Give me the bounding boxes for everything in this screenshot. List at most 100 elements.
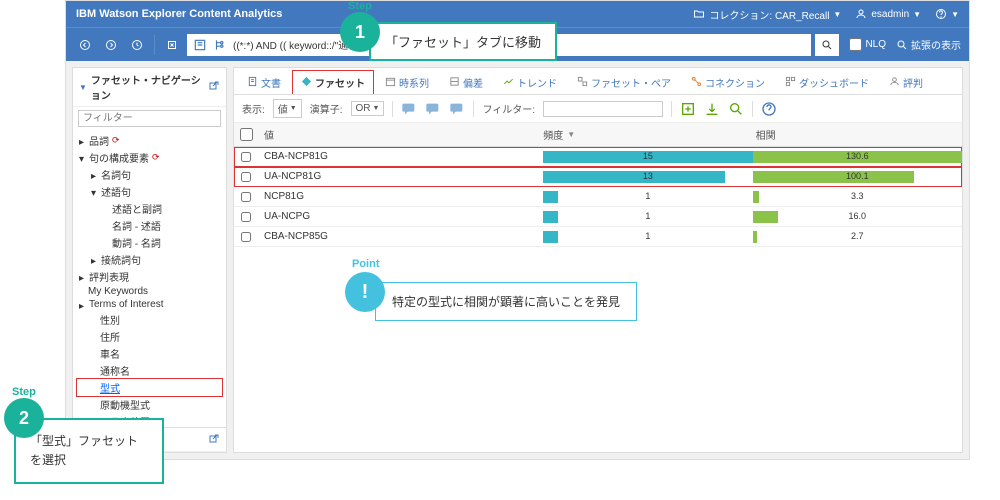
tree-item[interactable]: 原動機型式: [77, 396, 222, 413]
popout-icon[interactable]: [208, 81, 220, 93]
th-checkbox[interactable]: [234, 123, 258, 146]
refresh-icon[interactable]: ⟳: [112, 135, 120, 146]
chevron-down-icon: ▾: [91, 188, 98, 195]
nlq-toggle[interactable]: NLQ: [843, 38, 892, 51]
help-icon[interactable]: [761, 101, 777, 117]
tree-item[interactable]: 車名: [77, 345, 222, 362]
table-row[interactable]: UA-NCP81G13100.1: [234, 167, 962, 187]
tree-item[interactable]: ▸名詞句: [77, 166, 222, 183]
tree-item[interactable]: ▾述語句: [77, 183, 222, 200]
cell-freq: 1: [543, 210, 752, 224]
tree-item[interactable]: 性別: [77, 311, 222, 328]
collection-dropdown[interactable]: コレクション: CAR_Recall ▼: [693, 7, 841, 22]
popout-icon[interactable]: [208, 434, 220, 446]
bubble-and-icon[interactable]: [401, 101, 417, 117]
zoom-icon[interactable]: [728, 101, 744, 117]
tab-dash[interactable]: ダッシュボード: [776, 70, 878, 94]
table-row[interactable]: CBA-NCP85G12.7: [234, 227, 962, 247]
row-checkbox[interactable]: [234, 212, 258, 222]
sidebar-filter-input[interactable]: [78, 110, 221, 127]
th-corr[interactable]: 相関: [750, 123, 962, 146]
tree-item-label: 品詞: [89, 133, 109, 148]
operator-dropdown[interactable]: OR ▼: [351, 101, 385, 116]
tree-item[interactable]: My Keywords: [77, 285, 222, 298]
table-row[interactable]: CBA-NCP81G15130.6: [234, 147, 962, 167]
tab-rep[interactable]: 評判: [880, 70, 932, 94]
chevron-down-icon: ▾: [79, 154, 86, 161]
tree-icon[interactable]: [213, 38, 227, 52]
tab-doc[interactable]: 文書: [238, 70, 290, 94]
tree-item[interactable]: ▸品詞 ⟳: [77, 132, 222, 149]
tree-item[interactable]: ▾句の構成要素 ⟳: [77, 149, 222, 166]
tree-item-label: 述語と副詞: [112, 201, 162, 216]
app-body: ▼ ファセット・ナビゲーション ▸品詞 ⟳▾句の構成要素 ⟳▸名詞句▾述語句述語…: [66, 61, 969, 459]
cell-value: CBA-NCP85G: [258, 231, 543, 242]
filter-label: フィルター:: [482, 101, 535, 116]
tree-item[interactable]: 名詞 - 述語: [77, 217, 222, 234]
tree-item[interactable]: ▸Terms of Interest: [77, 298, 222, 311]
user-dropdown[interactable]: esadmin ▼: [855, 8, 921, 20]
clear-button[interactable]: [161, 34, 183, 56]
tree-item-label: 名詞 - 述語: [112, 218, 161, 233]
tree-item[interactable]: ▸評判表現: [77, 268, 222, 285]
row-checkbox[interactable]: [234, 232, 258, 242]
tab-label: コネクション: [705, 75, 765, 90]
expand-link[interactable]: 拡張の表示: [896, 37, 961, 52]
cell-corr: 130.6: [753, 150, 962, 164]
th-value[interactable]: 値: [258, 123, 537, 146]
cell-value: CBA-NCP81G: [258, 151, 543, 162]
sort-desc-icon: ▼: [567, 130, 575, 139]
th-freq[interactable]: 頻度▼: [537, 123, 749, 146]
forward-button[interactable]: [100, 34, 122, 56]
step-label-2: Step: [12, 386, 36, 398]
export-icon[interactable]: [680, 101, 696, 117]
tab-trend[interactable]: トレンド: [494, 70, 566, 94]
tree-item[interactable]: 通称名: [77, 362, 222, 379]
display-dropdown[interactable]: 値 ▼: [273, 99, 302, 118]
facet-toolbar: 表示: 値 ▼ 演算子: OR ▼ フィルター:: [234, 95, 962, 123]
tab-diamond[interactable]: ファセット: [292, 70, 374, 94]
table-row[interactable]: NCP81G13.3: [234, 187, 962, 207]
step2-circle: 2: [4, 398, 44, 438]
nlq-checkbox[interactable]: [849, 38, 862, 51]
operator-label: 演算子:: [310, 101, 343, 116]
tab-label: 偏差: [463, 75, 483, 90]
user-label: esadmin: [871, 9, 909, 20]
back-button[interactable]: [74, 34, 96, 56]
help-button[interactable]: ▼: [935, 8, 959, 20]
tab-pair[interactable]: ファセット・ペア: [568, 70, 680, 94]
search-button[interactable]: [815, 34, 839, 56]
tree-item-label: 接続詞句: [101, 252, 141, 267]
refresh-icon[interactable]: ⟳: [152, 152, 160, 163]
tree-item[interactable]: 住所: [77, 328, 222, 345]
tree-item[interactable]: 述語と副詞: [77, 200, 222, 217]
cell-corr: 100.1: [753, 170, 962, 184]
row-checkbox[interactable]: [234, 152, 258, 162]
cell-value: NCP81G: [258, 191, 543, 202]
main-panel: 文書ファセット時系列偏差トレンドファセット・ペアコネクションダッシュボード評判 …: [233, 67, 963, 453]
chevron-right-icon: ▸: [79, 273, 86, 280]
tab-conn[interactable]: コネクション: [682, 70, 774, 94]
tab-time[interactable]: 時系列: [376, 70, 438, 94]
tree-item-label: 述語句: [101, 184, 131, 199]
row-checkbox[interactable]: [234, 192, 258, 202]
tree-item-label: Terms of Interest: [89, 299, 163, 310]
cell-corr: 16.0: [753, 210, 962, 224]
row-checkbox[interactable]: [234, 172, 258, 182]
table-row[interactable]: UA-NCPG116.0: [234, 207, 962, 227]
tree-item[interactable]: 動詞 - 名詞: [77, 234, 222, 251]
cell-freq: 1: [543, 190, 752, 204]
collapse-icon[interactable]: ▼: [79, 83, 87, 92]
filter-input[interactable]: [543, 101, 663, 117]
tree-item[interactable]: ▸接続詞句: [77, 251, 222, 268]
query-icon[interactable]: [193, 38, 207, 52]
refresh-button[interactable]: [126, 34, 148, 56]
tab-dev[interactable]: 偏差: [440, 70, 492, 94]
filter-box: [78, 110, 221, 127]
tree-item[interactable]: 型式: [77, 379, 222, 396]
download-icon[interactable]: [704, 101, 720, 117]
bubble-not-icon[interactable]: [449, 101, 465, 117]
bubble-or-icon[interactable]: [425, 101, 441, 117]
tree-item-label: 評判表現: [89, 269, 129, 284]
cell-freq: 13: [543, 170, 752, 184]
